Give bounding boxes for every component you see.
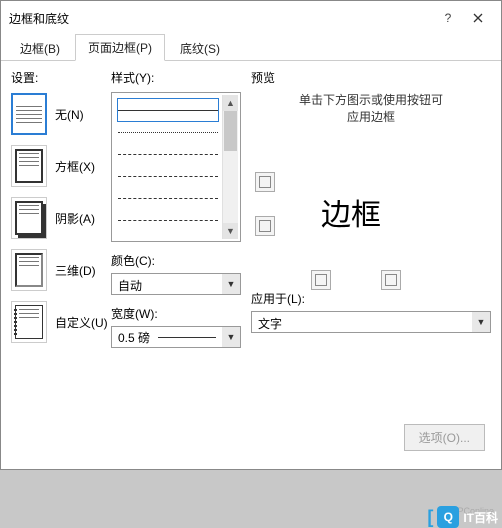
setting-3d-label: 三维(D): [55, 262, 96, 279]
style-item-dashdot[interactable]: [118, 187, 218, 209]
color-combo[interactable]: 自动 ▼: [111, 273, 241, 295]
setting-3d-icon: [11, 249, 47, 291]
width-dropdown-button[interactable]: ▼: [222, 327, 240, 347]
setting-box-label: 方框(X): [55, 158, 95, 175]
style-item-dash-sm[interactable]: [118, 143, 218, 165]
width-value: 0.5 磅: [118, 329, 150, 346]
width-combo[interactable]: 0.5 磅 ▼: [111, 326, 241, 348]
applyto-combo[interactable]: 文字 ▼: [251, 311, 491, 333]
watermark-logo-icon: Q: [437, 506, 459, 528]
preview-sample-text: 边框: [321, 190, 381, 234]
color-dropdown-button[interactable]: ▼: [222, 274, 240, 294]
setting-none-label: 无(N): [55, 106, 84, 123]
setting-shadow-label: 阴影(A): [55, 210, 95, 227]
window-controls: ?: [433, 7, 493, 29]
width-label: 宽度(W):: [111, 305, 241, 322]
style-item-dash[interactable]: [118, 165, 218, 187]
borders-shading-dialog: 边框和底纹 ? 边框(B) 页面边框(P) 底纹(S) 设置: 无(N) 方框(…: [0, 0, 502, 470]
style-listbox[interactable]: ▲ ▼: [111, 92, 241, 242]
bracket-icon: [: [427, 507, 433, 528]
preview-label: 预览: [251, 69, 491, 86]
setting-shadow-icon: [11, 197, 47, 239]
preview-area: 边框: [251, 140, 491, 280]
setting-box-icon: [11, 145, 47, 187]
titlebar: 边框和底纹 ?: [1, 1, 501, 35]
settings-column: 设置: 无(N) 方框(X) 阴影(A) 三维(D) 自定义(U): [11, 69, 111, 419]
watermark: [ Q IT百科: [427, 506, 498, 528]
setting-box[interactable]: 方框(X): [11, 144, 111, 188]
setting-3d[interactable]: 三维(D): [11, 248, 111, 292]
style-item-dotted[interactable]: [118, 121, 218, 143]
style-item-dashdotdot[interactable]: [118, 209, 218, 231]
border-right-toggle[interactable]: [381, 270, 401, 290]
style-item-solid[interactable]: [118, 99, 218, 121]
dialog-title: 边框和底纹: [9, 10, 69, 27]
scroll-thumb[interactable]: [224, 111, 237, 151]
close-button[interactable]: [463, 7, 493, 29]
setting-none[interactable]: 无(N): [11, 92, 111, 136]
width-sample-line: [158, 337, 216, 338]
style-label: 样式(Y):: [111, 69, 241, 86]
style-column: 样式(Y): ▲ ▼ 颜色(C): 自动 ▼: [111, 69, 241, 419]
style-scrollbar[interactable]: ▲ ▼: [222, 95, 238, 239]
border-bottom-toggle[interactable]: [255, 216, 275, 236]
tab-shading[interactable]: 底纹(S): [167, 35, 233, 61]
width-value-wrap: 0.5 磅: [112, 327, 222, 347]
scroll-down-button[interactable]: ▼: [223, 223, 238, 239]
options-button[interactable]: 选项(O)...: [404, 424, 485, 451]
color-label: 颜色(C):: [111, 252, 241, 269]
applyto-value: 文字: [252, 312, 472, 332]
setting-shadow[interactable]: 阴影(A): [11, 196, 111, 240]
tab-page-border[interactable]: 页面边框(P): [75, 34, 165, 61]
setting-custom-label: 自定义(U): [55, 314, 108, 331]
preview-hint: 单击下方图示或使用按钮可 应用边框: [251, 92, 491, 126]
setting-custom-icon: [11, 301, 47, 343]
settings-label: 设置:: [11, 69, 111, 86]
preview-column: 预览 单击下方图示或使用按钮可 应用边框 边框 应用于(L): 文字 ▼: [241, 69, 491, 419]
setting-none-icon: [11, 93, 47, 135]
style-list-inner: [114, 95, 222, 239]
applyto-label: 应用于(L):: [251, 290, 491, 307]
applyto-dropdown-button[interactable]: ▼: [472, 312, 490, 332]
scroll-up-button[interactable]: ▲: [223, 95, 238, 111]
border-top-toggle[interactable]: [255, 172, 275, 192]
tab-bar: 边框(B) 页面边框(P) 底纹(S): [1, 35, 501, 61]
watermark-brand: IT百科: [463, 509, 498, 526]
tab-borders[interactable]: 边框(B): [7, 35, 73, 61]
color-value: 自动: [112, 274, 222, 294]
dialog-body: 设置: 无(N) 方框(X) 阴影(A) 三维(D) 自定义(U): [1, 61, 501, 469]
border-left-toggle[interactable]: [311, 270, 331, 290]
help-button[interactable]: ?: [433, 7, 463, 29]
setting-custom[interactable]: 自定义(U): [11, 300, 111, 344]
